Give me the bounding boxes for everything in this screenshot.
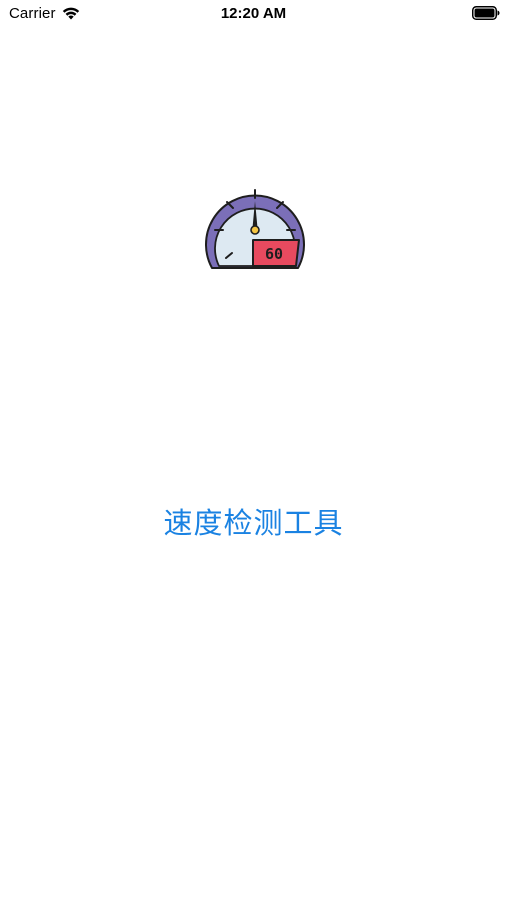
battery-icon — [472, 6, 500, 20]
status-bar: Carrier 12:20 AM — [0, 0, 507, 28]
app-title: 速度检测工具 — [163, 506, 344, 540]
speedometer-icon: 60 — [205, 189, 305, 269]
speed-readout: 60 — [265, 245, 283, 263]
status-time: 12:20 AM — [220, 5, 287, 22]
